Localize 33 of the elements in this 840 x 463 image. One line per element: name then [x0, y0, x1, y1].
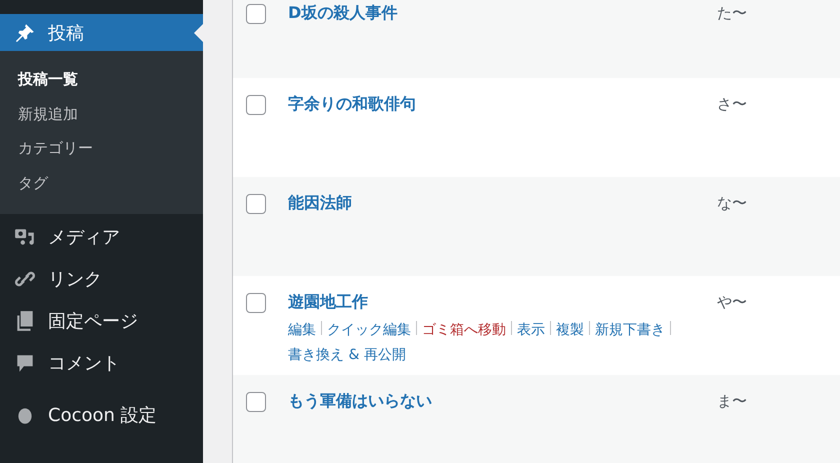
row-action-link[interactable]: 複製 — [556, 322, 584, 338]
table-cell-text: た〜 — [717, 3, 747, 24]
row-checkbox[interactable] — [246, 4, 266, 24]
sidebar-item[interactable]: Cocoon 設定 — [0, 396, 203, 433]
table-cell-text: ま〜 — [717, 391, 747, 412]
table-cell-text: さ〜 — [717, 94, 747, 115]
row-action-link[interactable]: 新規下書き — [595, 322, 665, 338]
table-cell-text: や〜 — [717, 292, 747, 313]
row-action-link[interactable]: クイック編集 — [327, 322, 411, 338]
submenu-item[interactable]: タグ — [0, 170, 203, 204]
sidebar-item[interactable]: メディア — [0, 218, 203, 255]
post-title-link[interactable]: D坂の殺人事件 — [288, 3, 398, 22]
row-action-link[interactable]: 書き換え & 再公開 — [288, 347, 406, 363]
post-title-link[interactable]: 字余りの和歌俳句 — [288, 94, 416, 113]
post-title-link[interactable]: もう軍備はいらない — [288, 391, 432, 410]
submenu-item[interactable]: 新規追加 — [0, 100, 203, 135]
sidebar-item[interactable]: リンク — [0, 260, 203, 297]
row-action-link[interactable]: 表示 — [517, 322, 545, 338]
post-title-link[interactable]: 遊園地工作 — [288, 292, 368, 311]
trash-link[interactable]: ゴミ箱へ移動 — [422, 322, 506, 338]
sidebar-item[interactable]: 投稿 — [0, 14, 203, 51]
table-cell-text: な〜 — [717, 193, 747, 214]
row-checkbox[interactable] — [246, 293, 266, 313]
row-checkbox[interactable] — [246, 194, 266, 214]
row-action-link[interactable]: 編集 — [288, 322, 316, 338]
pin-icon — [14, 22, 36, 44]
submenu-item[interactable]: 投稿一覧 — [0, 66, 203, 100]
post-title-link[interactable]: 能因法師 — [288, 193, 352, 212]
row-checkbox[interactable] — [246, 95, 266, 115]
sidebar-item[interactable]: 固定ページ — [0, 302, 203, 339]
row-checkbox[interactable] — [246, 392, 266, 412]
submenu-item[interactable]: カテゴリー — [0, 135, 203, 170]
sidebar-item[interactable]: コメント — [0, 344, 203, 381]
